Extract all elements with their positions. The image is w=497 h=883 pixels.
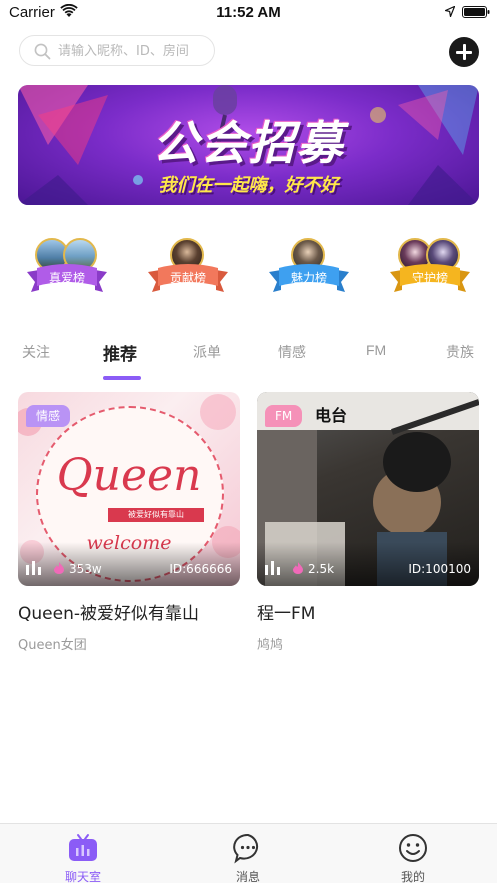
cover-title: Queen — [56, 450, 202, 501]
tab-recommend[interactable]: 推荐 — [103, 340, 137, 365]
flame-icon — [54, 562, 64, 574]
room-title: Queen-被爱好似有靠山 — [18, 604, 199, 624]
flame-icon — [293, 562, 303, 574]
recruitment-banner[interactable]: 公会招募 我们在一起嗨，好不好 — [18, 85, 479, 205]
room-cover[interactable]: 电台 FM 2.5k ID:100100 — [257, 392, 479, 586]
search-icon — [34, 43, 51, 60]
nav-chatroom[interactable]: 聊天室 — [43, 830, 123, 883]
rank-love[interactable]: 真爱榜 — [27, 236, 107, 304]
message-bubble-icon — [233, 833, 259, 864]
room-host: 鸠鸠 — [257, 638, 284, 653]
tab-follow[interactable]: 关注 — [22, 342, 50, 362]
clock: 11:52 AM — [216, 4, 281, 21]
location-arrow-icon — [445, 6, 455, 17]
cover-slogan: 被爱好似有靠山 — [108, 508, 204, 522]
room-tag: 情感 — [26, 405, 71, 427]
battery-icon — [462, 6, 490, 18]
smiley-face-icon — [399, 834, 427, 862]
heat-count: 2.5k — [308, 562, 335, 576]
room-card[interactable]: Queen 被爱好似有靠山 welcome 情感 353w ID:666666 … — [18, 392, 240, 653]
search-bar[interactable] — [19, 35, 215, 66]
audio-bars-icon — [26, 561, 41, 575]
rank-label: 魅力榜 — [290, 271, 327, 285]
nav-messages[interactable]: 消息 — [208, 830, 288, 883]
nav-label: 消息 — [235, 870, 260, 883]
status-bar: Carrier 11:52 AM — [0, 0, 497, 26]
tab-indicator — [103, 376, 141, 380]
add-button[interactable] — [449, 37, 479, 67]
audio-bars-icon — [265, 561, 280, 575]
search-input[interactable] — [58, 39, 208, 63]
nav-label: 我的 — [400, 870, 425, 883]
rank-label: 守护榜 — [411, 271, 448, 285]
tv-icon — [69, 834, 97, 861]
tab-fm[interactable]: FM — [366, 342, 386, 358]
room-card[interactable]: 电台 FM 2.5k ID:100100 程一FM 鸠鸠 — [257, 392, 479, 653]
nav-profile[interactable]: 我的 — [373, 830, 453, 883]
rank-label: 贡献榜 — [169, 271, 206, 285]
room-tag: FM — [265, 405, 303, 427]
plus-icon-vertical — [462, 44, 466, 60]
room-cover[interactable]: Queen 被爱好似有靠山 welcome 情感 353w ID:666666 — [18, 392, 240, 586]
bottom-nav: 聊天室 消息 我的 — [0, 823, 497, 883]
room-title: 程一FM — [257, 604, 316, 624]
heat-count: 353w — [69, 562, 102, 576]
nav-label: 聊天室 — [64, 870, 101, 883]
rank-guardian[interactable]: 守护榜 — [390, 236, 470, 304]
room-host: Queen女团 — [18, 638, 87, 653]
tab-dispatch[interactable]: 派单 — [193, 342, 221, 362]
rank-contribution[interactable]: 贡献榜 — [148, 236, 228, 304]
banner-title: 公会招募 — [152, 116, 345, 170]
room-id: ID:100100 — [408, 562, 471, 576]
tab-emotion[interactable]: 情感 — [278, 342, 306, 362]
room-id: ID:666666 — [169, 562, 232, 576]
rank-label: 真爱榜 — [48, 271, 85, 285]
tab-noble[interactable]: 贵族 — [446, 342, 474, 362]
rank-charm[interactable]: 魅力榜 — [269, 236, 349, 304]
banner-subtitle: 我们在一起嗨，好不好 — [158, 175, 339, 196]
